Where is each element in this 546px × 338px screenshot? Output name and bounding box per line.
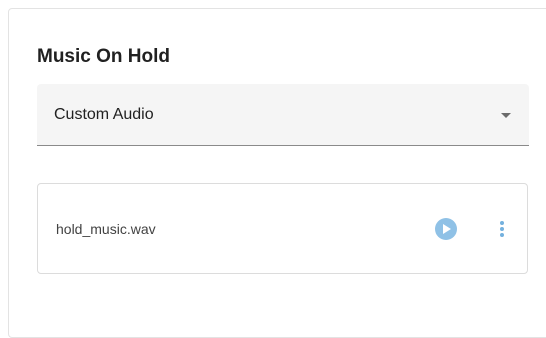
file-name: hold_music.wav <box>56 221 156 237</box>
more-dot <box>500 221 504 225</box>
select-value: Custom Audio <box>54 106 154 123</box>
section-title: Music On Hold <box>37 46 170 67</box>
music-source-select[interactable]: Custom Audio <box>37 84 529 146</box>
more-dot <box>500 233 504 237</box>
dropdown-arrow-icon <box>501 113 511 118</box>
play-icon[interactable] <box>435 218 457 240</box>
audio-file-item: hold_music.wav <box>37 183 528 274</box>
more-dot <box>500 227 504 231</box>
more-vertical-icon[interactable] <box>494 218 510 240</box>
